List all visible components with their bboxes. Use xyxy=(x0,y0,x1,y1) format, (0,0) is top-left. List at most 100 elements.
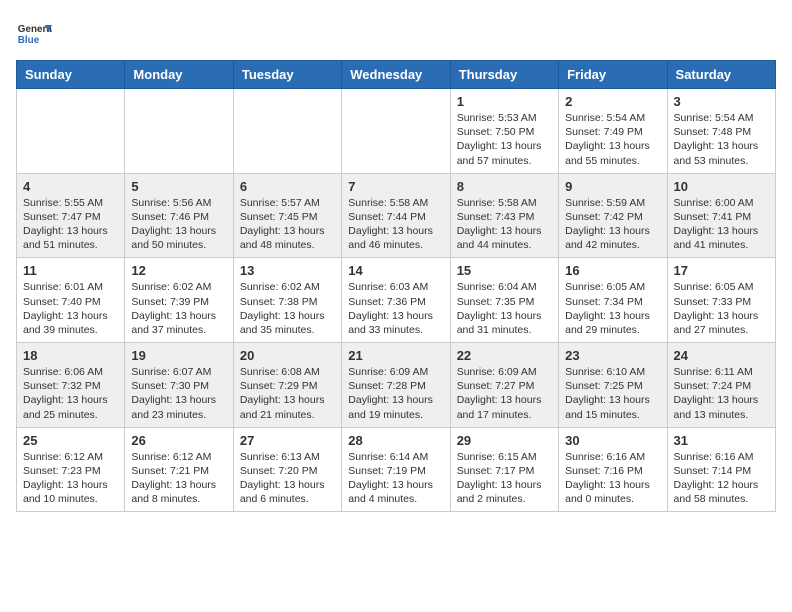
calendar-cell: 17Sunrise: 6:05 AMSunset: 7:33 PMDayligh… xyxy=(667,258,775,343)
day-info: Sunset: 7:19 PM xyxy=(348,464,443,478)
calendar-cell: 15Sunrise: 6:04 AMSunset: 7:35 PMDayligh… xyxy=(450,258,558,343)
day-number: 11 xyxy=(23,263,118,278)
calendar-cell xyxy=(125,89,233,174)
calendar-cell: 10Sunrise: 6:00 AMSunset: 7:41 PMDayligh… xyxy=(667,173,775,258)
calendar-week-row: 11Sunrise: 6:01 AMSunset: 7:40 PMDayligh… xyxy=(17,258,776,343)
day-info: Sunset: 7:44 PM xyxy=(348,210,443,224)
day-number: 6 xyxy=(240,179,335,194)
day-info: Daylight: 13 hours and 53 minutes. xyxy=(674,139,769,167)
day-number: 19 xyxy=(131,348,226,363)
day-info: Sunrise: 6:06 AM xyxy=(23,365,118,379)
calendar-cell: 4Sunrise: 5:55 AMSunset: 7:47 PMDaylight… xyxy=(17,173,125,258)
day-header-tuesday: Tuesday xyxy=(233,61,341,89)
day-number: 31 xyxy=(674,433,769,448)
day-info: Sunset: 7:48 PM xyxy=(674,125,769,139)
day-info: Sunrise: 5:58 AM xyxy=(348,196,443,210)
calendar-cell: 2Sunrise: 5:54 AMSunset: 7:49 PMDaylight… xyxy=(559,89,667,174)
day-info: Sunrise: 6:05 AM xyxy=(565,280,660,294)
day-info: Daylight: 13 hours and 2 minutes. xyxy=(457,478,552,506)
day-info: Sunset: 7:33 PM xyxy=(674,295,769,309)
day-info: Daylight: 13 hours and 19 minutes. xyxy=(348,393,443,421)
day-info: Daylight: 12 hours and 58 minutes. xyxy=(674,478,769,506)
day-info: Daylight: 13 hours and 46 minutes. xyxy=(348,224,443,252)
day-info: Sunrise: 5:54 AM xyxy=(674,111,769,125)
day-info: Sunset: 7:45 PM xyxy=(240,210,335,224)
day-info: Sunrise: 6:00 AM xyxy=(674,196,769,210)
day-info: Sunrise: 6:09 AM xyxy=(457,365,552,379)
calendar-cell: 24Sunrise: 6:11 AMSunset: 7:24 PMDayligh… xyxy=(667,343,775,428)
calendar-cell: 31 Sunrise: 6:16 AMSunset: 7:14 PMDayligh… xyxy=(667,427,775,512)
day-number: 9 xyxy=(565,179,660,194)
day-info: Sunset: 7:28 PM xyxy=(348,379,443,393)
day-info: Daylight: 13 hours and 4 minutes. xyxy=(348,478,443,506)
page-header: General Blue xyxy=(16,16,776,52)
day-info: Sunset: 7:20 PM xyxy=(240,464,335,478)
day-info: Daylight: 13 hours and 0 minutes. xyxy=(565,478,660,506)
day-info: Sunrise: 6:14 AM xyxy=(348,450,443,464)
calendar-cell: 19Sunrise: 6:07 AMSunset: 7:30 PMDayligh… xyxy=(125,343,233,428)
day-info: Daylight: 13 hours and 42 minutes. xyxy=(565,224,660,252)
day-info: Daylight: 13 hours and 10 minutes. xyxy=(23,478,118,506)
day-info: Daylight: 13 hours and 29 minutes. xyxy=(565,309,660,337)
day-number: 21 xyxy=(348,348,443,363)
day-number: 23 xyxy=(565,348,660,363)
calendar-cell: 16Sunrise: 6:05 AMSunset: 7:34 PMDayligh… xyxy=(559,258,667,343)
calendar-cell: 30Sunrise: 6:16 AMSunset: 7:16 PMDayligh… xyxy=(559,427,667,512)
calendar-cell: 20Sunrise: 6:08 AMSunset: 7:29 PMDayligh… xyxy=(233,343,341,428)
calendar-header-row: SundayMondayTuesdayWednesdayThursdayFrid… xyxy=(17,61,776,89)
calendar-cell: 23Sunrise: 6:10 AMSunset: 7:25 PMDayligh… xyxy=(559,343,667,428)
day-info: Daylight: 13 hours and 23 minutes. xyxy=(131,393,226,421)
day-number: 26 xyxy=(131,433,226,448)
day-info: Daylight: 13 hours and 8 minutes. xyxy=(131,478,226,506)
day-info: Daylight: 13 hours and 51 minutes. xyxy=(23,224,118,252)
day-number: 4 xyxy=(23,179,118,194)
day-number: 12 xyxy=(131,263,226,278)
day-info: Daylight: 13 hours and 21 minutes. xyxy=(240,393,335,421)
calendar-cell: 28Sunrise: 6:14 AMSunset: 7:19 PMDayligh… xyxy=(342,427,450,512)
day-info: Sunrise: 6:12 AM xyxy=(23,450,118,464)
day-info: Sunset: 7:23 PM xyxy=(23,464,118,478)
day-info: Daylight: 13 hours and 13 minutes. xyxy=(674,393,769,421)
day-info: Sunset: 7:39 PM xyxy=(131,295,226,309)
calendar-cell: 18Sunrise: 6:06 AMSunset: 7:32 PMDayligh… xyxy=(17,343,125,428)
day-number: 16 xyxy=(565,263,660,278)
calendar-cell: 11Sunrise: 6:01 AMSunset: 7:40 PMDayligh… xyxy=(17,258,125,343)
day-info: Sunset: 7:38 PM xyxy=(240,295,335,309)
day-info: Sunset: 7:47 PM xyxy=(23,210,118,224)
day-info: Daylight: 13 hours and 50 minutes. xyxy=(131,224,226,252)
day-info: Sunrise: 6:10 AM xyxy=(565,365,660,379)
day-info: Daylight: 13 hours and 31 minutes. xyxy=(457,309,552,337)
day-info: Sunrise: 6:16 AM xyxy=(674,450,769,464)
day-info: Sunset: 7:50 PM xyxy=(457,125,552,139)
day-number: 14 xyxy=(348,263,443,278)
calendar-week-row: 4Sunrise: 5:55 AMSunset: 7:47 PMDaylight… xyxy=(17,173,776,258)
day-info: Sunrise: 6:11 AM xyxy=(674,365,769,379)
day-header-friday: Friday xyxy=(559,61,667,89)
day-info: Sunset: 7:16 PM xyxy=(565,464,660,478)
day-info: Daylight: 13 hours and 44 minutes. xyxy=(457,224,552,252)
day-info: Daylight: 13 hours and 35 minutes. xyxy=(240,309,335,337)
day-number: 3 xyxy=(674,94,769,109)
day-info: Sunset: 7:49 PM xyxy=(565,125,660,139)
day-number: 1 xyxy=(457,94,552,109)
calendar-cell: 26Sunrise: 6:12 AMSunset: 7:21 PMDayligh… xyxy=(125,427,233,512)
day-info: Sunrise: 6:09 AM xyxy=(348,365,443,379)
day-header-wednesday: Wednesday xyxy=(342,61,450,89)
calendar-cell: 29Sunrise: 6:15 AMSunset: 7:17 PMDayligh… xyxy=(450,427,558,512)
day-info: Daylight: 13 hours and 27 minutes. xyxy=(674,309,769,337)
day-info: Sunrise: 5:57 AM xyxy=(240,196,335,210)
day-info: Sunset: 7:14 PM xyxy=(674,464,769,478)
day-info: Sunrise: 6:05 AM xyxy=(674,280,769,294)
day-info: Sunset: 7:42 PM xyxy=(565,210,660,224)
day-info: Sunrise: 5:58 AM xyxy=(457,196,552,210)
calendar-week-row: 18Sunrise: 6:06 AMSunset: 7:32 PMDayligh… xyxy=(17,343,776,428)
calendar-cell: 22Sunrise: 6:09 AMSunset: 7:27 PMDayligh… xyxy=(450,343,558,428)
day-number: 24 xyxy=(674,348,769,363)
day-info: Sunrise: 6:02 AM xyxy=(131,280,226,294)
day-number: 2 xyxy=(565,94,660,109)
day-number: 13 xyxy=(240,263,335,278)
day-header-monday: Monday xyxy=(125,61,233,89)
day-info: Sunset: 7:46 PM xyxy=(131,210,226,224)
calendar-cell: 14Sunrise: 6:03 AMSunset: 7:36 PMDayligh… xyxy=(342,258,450,343)
calendar-cell: 6Sunrise: 5:57 AMSunset: 7:45 PMDaylight… xyxy=(233,173,341,258)
